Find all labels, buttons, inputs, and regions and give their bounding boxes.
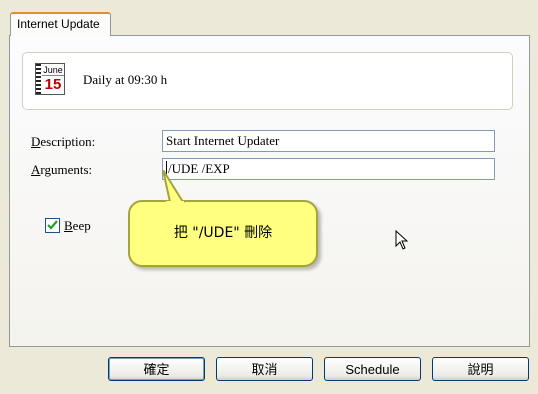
checkmark-icon bbox=[47, 220, 58, 230]
description-value: Start Internet Updater bbox=[166, 133, 280, 148]
description-field[interactable]: Start Internet Updater bbox=[162, 130, 495, 152]
mouse-cursor-icon bbox=[395, 230, 409, 250]
calendar-month: June bbox=[42, 65, 64, 76]
annotation-callout: 把 "/UDE" 刪除 bbox=[128, 200, 318, 267]
tab-label: Internet Update bbox=[17, 17, 100, 31]
schedule-text: Daily at 09:30 h bbox=[83, 72, 168, 87]
cancel-button[interactable]: 取消 bbox=[216, 357, 313, 381]
calendar-day: 15 bbox=[44, 76, 62, 93]
ok-button[interactable]: 確定 bbox=[108, 357, 205, 381]
arguments-field[interactable]: /UDE /EXP bbox=[162, 158, 495, 180]
help-button[interactable]: 說明 bbox=[432, 357, 529, 381]
tab-internet-update[interactable]: Internet Update bbox=[10, 12, 111, 36]
annotation-text: 把 "/UDE" 刪除 bbox=[173, 225, 273, 241]
description-label: Description: bbox=[31, 134, 96, 149]
schedule-button[interactable]: Schedule bbox=[324, 357, 421, 381]
calendar-icon: June 15 bbox=[35, 63, 65, 95]
callout-pointer bbox=[162, 170, 185, 204]
beep-checkbox[interactable] bbox=[45, 218, 60, 233]
beep-label[interactable]: Beep bbox=[64, 218, 91, 234]
arguments-label: Arguments: bbox=[31, 162, 93, 177]
